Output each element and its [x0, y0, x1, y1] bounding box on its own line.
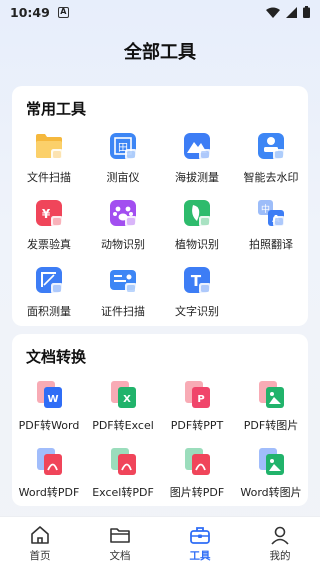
tab-home[interactable]: 首页 — [0, 517, 80, 568]
tool-label: Word转图片 — [240, 486, 302, 499]
pdf-to-word-icon: W — [33, 378, 65, 410]
tab-profile[interactable]: 我的 — [240, 517, 320, 568]
plant-icon — [181, 197, 213, 229]
pdf-to-ppt-icon: P — [181, 378, 213, 410]
plant-tool[interactable]: 植物识别 — [160, 195, 234, 262]
pdf-to-ppt-tool[interactable]: P PDF转PPT — [160, 376, 234, 443]
tool-label: 测亩仪 — [106, 171, 140, 184]
invoice-tool[interactable]: ¥ 发票验真 — [12, 195, 86, 262]
common-tools-grid: 文件扫描田测亩仪海拔测量智能去水印¥发票验真动物识别植物识别中A拍照翻译面积测量… — [12, 128, 308, 329]
tool-label: Excel转PDF — [92, 486, 154, 499]
excel-to-pdf-icon — [107, 445, 139, 477]
altitude-icon — [181, 130, 213, 162]
excel-to-pdf-tool[interactable]: Excel转PDF — [86, 443, 160, 510]
toolbox-icon — [190, 527, 210, 544]
word-to-pdf-icon — [33, 445, 65, 477]
translate-icon: 中A — [255, 197, 287, 229]
tool-label: 海拔测量 — [175, 171, 219, 184]
tool-label: 动物识别 — [101, 238, 145, 251]
invoice-icon: ¥ — [33, 197, 65, 229]
word-to-image-tool[interactable]: Word转图片 — [234, 443, 308, 510]
word-to-image-icon — [255, 445, 287, 477]
folder-icon — [110, 528, 130, 543]
area-measure-tool[interactable]: 面积测量 — [12, 262, 86, 329]
tool-label: PDF转Excel — [92, 419, 154, 432]
watermark-remove-icon — [255, 130, 287, 162]
document-convert-card: 文档转换 W PDF转Word X PDF转Excel P PDF转PPT PDF转图片 Wo… — [12, 334, 308, 506]
tool-label: 证件扫描 — [101, 305, 145, 318]
tool-label: PDF转PPT — [170, 419, 224, 432]
area-measure-icon — [33, 264, 65, 296]
tool-label: Word转PDF — [18, 486, 80, 499]
id-scan-tool[interactable]: 证件扫描 — [86, 262, 160, 329]
document-convert-grid: W PDF转Word X PDF转Excel P PDF转PPT PDF转图片 Word转PD… — [12, 376, 308, 510]
bottom-tabbar: 首页 文档 工具 我的 — [0, 516, 320, 568]
tab-documents[interactable]: 文档 — [80, 517, 160, 568]
tab-profile-label: 我的 — [269, 550, 291, 562]
svg-text:W: W — [47, 394, 58, 405]
tool-label: 发票验真 — [27, 238, 71, 251]
tool-label: PDF转图片 — [243, 419, 299, 432]
section-title-document-convert: 文档转换 — [26, 348, 87, 366]
status-time: 10:49 — [10, 4, 50, 20]
svg-text:P: P — [197, 394, 204, 405]
wifi-icon — [266, 7, 280, 18]
translate-tool[interactable]: 中A 拍照翻译 — [234, 195, 308, 262]
battery-icon — [303, 6, 310, 18]
common-tools-card: 常用工具 文件扫描田测亩仪海拔测量智能去水印¥发票验真动物识别植物识别中A拍照翻… — [12, 86, 308, 326]
file-scan-icon — [33, 130, 65, 162]
image-to-pdf-tool[interactable]: 图片转PDF — [160, 443, 234, 510]
image-to-pdf-icon — [181, 445, 213, 477]
word-to-pdf-tool[interactable]: Word转PDF — [12, 443, 86, 510]
tab-home-label: 首页 — [29, 550, 51, 562]
text-ocr-tool[interactable]: T 文字识别 — [160, 262, 234, 329]
tool-label: 智能去水印 — [243, 171, 299, 184]
notification-badge-icon: A — [57, 6, 69, 18]
animal-icon — [107, 197, 139, 229]
text-ocr-icon: T — [181, 264, 213, 296]
tool-label: 文字识别 — [175, 305, 219, 318]
tool-label: 图片转PDF — [169, 486, 225, 499]
section-title-common-tools: 常用工具 — [26, 100, 87, 118]
tool-label: PDF转Word — [18, 419, 80, 432]
profile-icon — [271, 526, 289, 545]
pdf-to-image-icon — [255, 378, 287, 410]
svg-text:X: X — [123, 394, 131, 405]
status-bar: 10:49 A — [0, 0, 320, 24]
tab-tools-label: 工具 — [189, 550, 211, 562]
signal-icon — [286, 6, 297, 18]
tab-tools[interactable]: 工具 — [160, 517, 240, 568]
altitude-tool[interactable]: 海拔测量 — [160, 128, 234, 195]
home-icon — [31, 526, 49, 544]
file-scan-tool[interactable]: 文件扫描 — [12, 128, 86, 195]
tab-documents-label: 文档 — [109, 550, 131, 562]
field-measure-tool[interactable]: 田测亩仪 — [86, 128, 160, 195]
pdf-to-excel-tool[interactable]: X PDF转Excel — [86, 376, 160, 443]
pdf-to-image-tool[interactable]: PDF转图片 — [234, 376, 308, 443]
pdf-to-excel-icon: X — [107, 378, 139, 410]
svg-text:¥: ¥ — [42, 207, 51, 221]
page-title: 全部工具 — [124, 42, 196, 63]
pdf-to-word-tool[interactable]: W PDF转Word — [12, 376, 86, 443]
tool-label: 面积测量 — [27, 305, 71, 318]
field-measure-icon: 田 — [107, 130, 139, 162]
tool-label: 拍照翻译 — [249, 238, 293, 251]
animal-tool[interactable]: 动物识别 — [86, 195, 160, 262]
id-scan-icon — [107, 264, 139, 296]
tool-label: 文件扫描 — [27, 171, 71, 184]
watermark-remove-tool[interactable]: 智能去水印 — [234, 128, 308, 195]
status-icons — [266, 6, 310, 18]
tool-label: 植物识别 — [175, 238, 219, 251]
